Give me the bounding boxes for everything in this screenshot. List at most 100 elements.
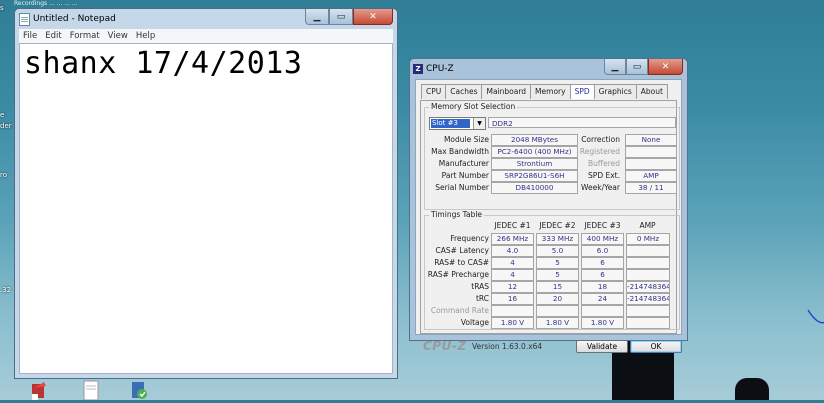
tab-cpu[interactable]: CPU (421, 84, 447, 99)
blue-curve-mark (807, 309, 824, 324)
timing-cell (491, 305, 534, 317)
maximize-button[interactable]: ▭ (329, 9, 353, 25)
slot-select[interactable]: Slot #3 ▼ (429, 117, 486, 130)
module-size-label: Module Size (443, 135, 489, 144)
timing-cell: 333 MHz (536, 233, 579, 245)
buffered-label: Buffered (588, 159, 620, 168)
tab-graphics[interactable]: Graphics (593, 84, 637, 99)
slot-select-value: Slot #3 (431, 119, 470, 128)
timing-column-header: AMP (639, 221, 656, 230)
part-number-value: SRP2G86U1-S6H (491, 170, 578, 182)
timing-cell: 0 MHz (626, 233, 670, 245)
menu-edit[interactable]: Edit (45, 31, 61, 41)
serial-number-value: DB410000 (491, 182, 578, 194)
cpuz-caption-buttons: ▁ ▭ ✕ (604, 59, 683, 75)
buffered-value (625, 158, 677, 170)
desktop-left-label: e (0, 111, 5, 119)
timing-cell (626, 305, 670, 317)
timing-cell: 20 (536, 293, 579, 305)
menu-view[interactable]: View (108, 31, 128, 41)
timings-group-label: Timings Table (429, 210, 485, 219)
timing-cell (626, 245, 670, 257)
timing-column-header: JEDEC #3 (584, 221, 621, 230)
part-number-label: Part Number (441, 171, 489, 180)
correction-label: Correction (581, 135, 620, 144)
cpuz-app-icon: Z (413, 64, 423, 74)
desktop-app-icon[interactable] (130, 380, 148, 400)
timing-cell: 4 (491, 269, 534, 281)
cpuz-tabs: CPU Caches Mainboard Memory SPD Graphics… (421, 84, 668, 99)
timing-cell: 5.0 (536, 245, 579, 257)
close-icon: ✕ (661, 61, 670, 72)
close-button[interactable]: ✕ (353, 9, 393, 25)
desktop-shortcut-icon[interactable] (30, 380, 48, 400)
timing-cell: -2147483648 (626, 281, 670, 293)
timing-cell: 4 (491, 257, 534, 269)
tab-about[interactable]: About (635, 84, 668, 99)
desktop-left-label: ro (0, 171, 8, 179)
cpuz-version: Version 1.63.0.x64 (472, 342, 543, 351)
timing-cell: 16 (491, 293, 534, 305)
maximize-button[interactable]: ▭ (626, 59, 648, 75)
desktop-left-label: s (0, 4, 4, 12)
timing-cell: 12 (491, 281, 534, 293)
manufacturer-value: Strontium (491, 158, 578, 170)
menu-file[interactable]: File (23, 31, 37, 41)
notepad-content: shanx 17/4/2013 (24, 46, 303, 81)
spd-page: Memory Slot Selection Slot #3 ▼ DDR2 Mod… (420, 100, 680, 334)
desktop-left-label: der (0, 122, 12, 130)
notepad-titlebar[interactable]: Untitled - Notepad (19, 10, 116, 28)
week-year-label: Week/Year (581, 183, 620, 192)
max-bandwidth-value: PC2-6400 (400 MHz) (491, 146, 578, 158)
timing-column-header: JEDEC #2 (539, 221, 576, 230)
chevron-down-icon[interactable]: ▼ (473, 118, 485, 129)
registered-value (625, 146, 677, 158)
tab-spd[interactable]: SPD (569, 84, 595, 99)
timing-row-label: RAS# to CAS# (434, 258, 489, 267)
notepad-window[interactable]: Untitled - Notepad ▁ ▭ ✕ File Edit Forma… (14, 8, 398, 379)
tab-caches[interactable]: Caches (445, 84, 483, 99)
tab-memory[interactable]: Memory (530, 84, 571, 99)
memory-slot-group-label: Memory Slot Selection (429, 102, 518, 111)
timing-cell: 4.0 (491, 245, 534, 257)
cpuz-body: CPU Caches Mainboard Memory SPD Graphics… (415, 79, 682, 353)
menu-help[interactable]: Help (136, 31, 155, 41)
menu-format[interactable]: Format (70, 31, 100, 41)
notepad-text-area[interactable]: shanx 17/4/2013 (19, 43, 393, 374)
ok-button[interactable]: OK (630, 340, 682, 353)
serial-number-label: Serial Number (435, 183, 489, 192)
timing-cell: 1.80 V (491, 317, 534, 329)
desktop-file-icon[interactable] (82, 380, 100, 401)
cpuz-titlebar[interactable]: Z CPU-Z (413, 61, 454, 77)
timing-cell: 266 MHz (491, 233, 534, 245)
minimize-icon: ▁ (611, 61, 619, 72)
notepad-caption-buttons: ▁ ▭ ✕ (305, 9, 393, 25)
tab-mainboard[interactable]: Mainboard (481, 84, 532, 99)
cpuz-window[interactable]: Z CPU-Z ▁ ▭ ✕ CPU Caches Mainboard Memor… (409, 58, 688, 353)
cpuz-title: CPU-Z (426, 64, 454, 74)
timing-cell: 24 (581, 293, 624, 305)
timing-cell: 15 (536, 281, 579, 293)
timing-cell: 6 (581, 257, 624, 269)
timing-cell (626, 317, 670, 329)
minimize-button[interactable]: ▁ (305, 9, 329, 25)
close-button[interactable]: ✕ (648, 59, 683, 75)
module-size-value: 2048 MBytes (491, 134, 578, 146)
timing-cell: 1.80 V (581, 317, 624, 329)
timings-group: Timings Table JEDEC #1 JEDEC #2 JEDEC #3… (424, 210, 680, 330)
cpuz-footer-logo: CPU-Z (423, 339, 467, 353)
timing-cell: -2147483648 (626, 293, 670, 305)
timing-cell: 6 (581, 269, 624, 281)
max-bandwidth-label: Max Bandwidth (431, 147, 489, 156)
timing-row-label: RAS# Precharge (427, 270, 489, 279)
minimize-button[interactable]: ▁ (604, 59, 626, 75)
timing-cell: 5 (536, 257, 579, 269)
timing-cell: 6.0 (581, 245, 624, 257)
timing-cell: 400 MHz (581, 233, 624, 245)
spd-ext-value: AMP (625, 170, 677, 182)
close-icon: ✕ (369, 11, 377, 22)
timing-row-label: Voltage (460, 318, 489, 327)
memory-type-value: DDR2 (488, 117, 676, 128)
notepad-menubar: File Edit Format View Help (19, 29, 393, 43)
validate-button[interactable]: Validate (576, 340, 628, 353)
